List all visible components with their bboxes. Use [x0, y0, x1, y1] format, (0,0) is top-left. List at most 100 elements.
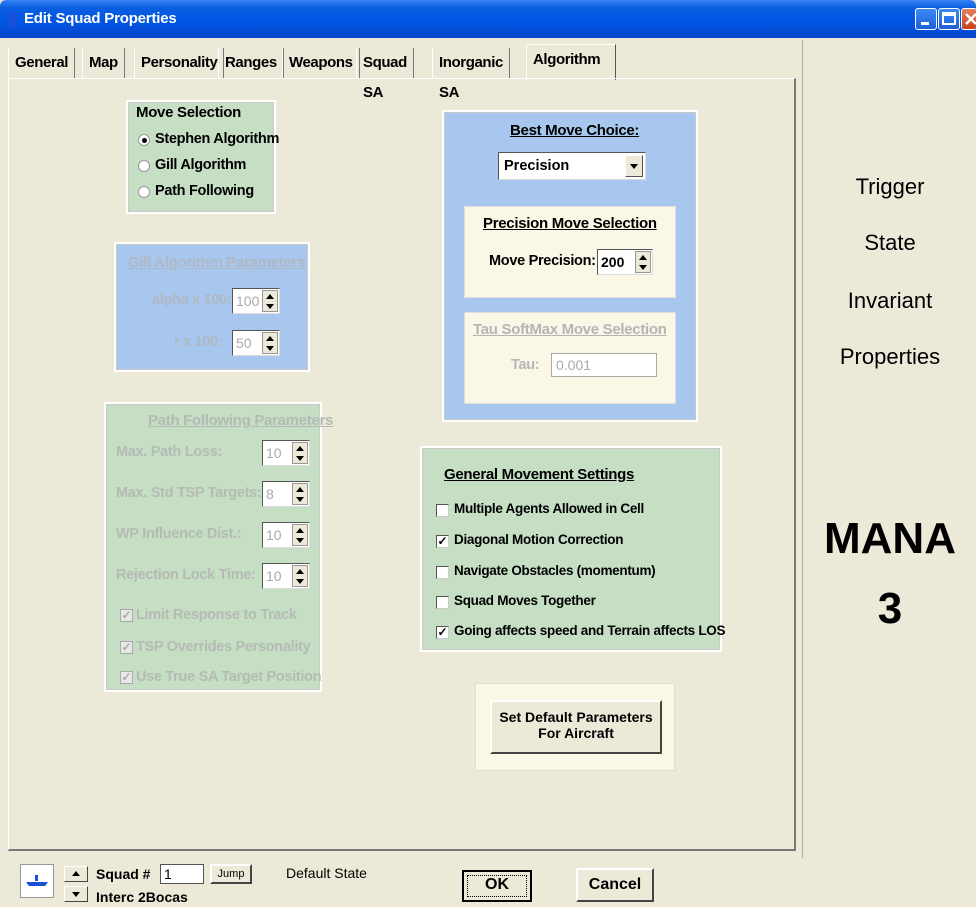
stephen-algorithm-radio[interactable] — [138, 134, 150, 146]
title-bar[interactable]: Edit Squad Properties — [0, 0, 976, 38]
rejection-lock-spinner[interactable]: 10 — [262, 563, 310, 589]
best-move-title: Best Move Choice: — [510, 122, 640, 139]
move-precision-spinner[interactable]: 200 — [597, 249, 653, 275]
tab-algorithm[interactable]: Algorithm — [526, 44, 616, 80]
precision-move-group: Precision Move Selection Move Precision:… — [464, 206, 676, 298]
close-icon — [965, 13, 976, 25]
arrow-up-icon — [72, 871, 80, 876]
tau-softmax-title: Tau SoftMax Move Selection — [473, 321, 667, 338]
use-true-sa-label: Use True SA Target Position — [136, 669, 322, 685]
set-default-parameters-button[interactable]: Set Default Parameters For Aircraft — [490, 700, 662, 754]
close-button[interactable] — [961, 8, 976, 30]
max-tsp-targets-spinner[interactable]: 8 — [262, 481, 310, 507]
r-spin-arrows[interactable] — [262, 332, 278, 354]
path-following-radio[interactable] — [138, 186, 150, 198]
tsp-overrides-checkbox[interactable]: ✓ — [120, 641, 133, 654]
diagonal-motion-checkbox[interactable]: ✓ — [436, 535, 449, 548]
multiple-agents-label: Multiple Agents Allowed in Cell — [454, 501, 644, 516]
alpha-spinner[interactable]: 100 — [232, 288, 280, 314]
use-true-sa-checkbox[interactable]: ✓ — [120, 671, 133, 684]
spin-arrows[interactable] — [292, 524, 308, 546]
tau-value: 0.001 — [556, 357, 592, 373]
r-label: r x 100: — [174, 334, 223, 350]
mana-logo-text: MANA — [824, 514, 956, 563]
squad-moves-together-label: Squad Moves Together — [454, 593, 596, 608]
going-affects-speed-label: Going affects speed and Terrain affects … — [454, 623, 726, 638]
max-path-loss-spinner[interactable]: 10 — [262, 440, 310, 466]
spin-arrows[interactable] — [292, 442, 308, 464]
tab-ranges[interactable]: Ranges — [218, 48, 284, 78]
multiple-agents-checkbox[interactable] — [436, 504, 449, 517]
edit-squad-properties-window: Edit Squad Properties General Map Person… — [0, 0, 976, 907]
window-title: Edit Squad Properties — [24, 10, 177, 27]
general-movement-group: General Movement Settings Multiple Agent… — [420, 446, 726, 652]
tsp-overrides-label: TSP Overrides Personality — [136, 639, 311, 655]
tab-squad-sa[interactable]: Squad SA — [356, 48, 414, 101]
gill-algorithm-label: Gill Algorithm — [155, 157, 247, 173]
tau-input[interactable]: 0.001 — [551, 353, 657, 377]
jump-button[interactable]: Jump — [210, 864, 252, 884]
default-params-panel: Set Default Parameters For Aircraft — [475, 683, 675, 771]
minimize-icon — [921, 22, 929, 25]
gill-params-group: Gill Algorithm Parameters alpha x 100: 1… — [114, 242, 310, 372]
gill-algorithm-radio[interactable] — [138, 160, 150, 172]
move-precision-label: Move Precision: — [489, 253, 596, 269]
squad-moves-together-checkbox[interactable] — [436, 596, 449, 609]
ok-button[interactable]: OK — [462, 870, 532, 902]
going-affects-speed-checkbox[interactable]: ✓ — [436, 626, 449, 639]
chevron-down-icon[interactable] — [625, 155, 643, 177]
squad-prev-button[interactable] — [64, 866, 88, 882]
path-param-label: Max. Std TSP Targets: — [116, 485, 262, 501]
max-path-loss-value: 10 — [266, 445, 282, 461]
path-params-title: Path Following Parameters — [148, 412, 334, 429]
cancel-button[interactable]: Cancel — [576, 868, 654, 902]
rejection-lock-value: 10 — [266, 568, 282, 584]
right-info-pane: Trigger State Invariant Properties MANA … — [802, 40, 976, 858]
state-label: State — [864, 230, 916, 255]
arrow-down-icon — [72, 892, 80, 897]
tab-general[interactable]: General — [8, 48, 76, 78]
navigate-obstacles-label: Navigate Obstacles (momentum) — [454, 563, 656, 578]
tab-weapons[interactable]: Weapons — [282, 48, 360, 78]
default-btn-line1: Set Default Parameters — [499, 709, 653, 725]
path-following-params-group: Path Following Parameters Max. Path Loss… — [104, 402, 333, 692]
squad-number-value: 1 — [164, 866, 172, 882]
wp-influence-value: 10 — [266, 527, 282, 543]
gill-params-title: Gill Algorithm Parameters — [128, 254, 305, 271]
best-move-combo[interactable]: Precision — [498, 152, 646, 180]
spin-arrows[interactable] — [292, 483, 308, 505]
precision-move-title: Precision Move Selection — [483, 215, 657, 232]
minimize-button[interactable] — [915, 8, 937, 30]
r-value: 50 — [236, 335, 252, 351]
maximize-button[interactable] — [938, 8, 960, 30]
alpha-label: alpha x 100: — [152, 292, 232, 308]
alpha-value: 100 — [236, 293, 260, 309]
move-selection-title: Move Selection — [136, 104, 241, 121]
spin-arrows[interactable] — [292, 565, 308, 587]
alpha-spin-arrows[interactable] — [262, 290, 278, 312]
squad-number-input[interactable]: 1 — [160, 864, 204, 884]
path-param-label: WP Influence Dist.: — [116, 526, 242, 542]
squad-name-label: Interc 2Bocas — [96, 889, 188, 905]
tab-personality[interactable]: Personality — [134, 48, 225, 78]
squad-next-button[interactable] — [64, 886, 88, 902]
ship-icon — [20, 864, 54, 898]
stephen-algorithm-label: Stephen Algorithm — [155, 131, 280, 147]
path-param-label: Rejection Lock Time: — [116, 567, 256, 583]
navigate-obstacles-checkbox[interactable] — [436, 566, 449, 579]
move-precision-value: 200 — [601, 254, 625, 270]
mana-version: 3 — [877, 584, 903, 633]
wp-influence-spinner[interactable]: 10 — [262, 522, 310, 548]
path-following-label: Path Following — [155, 183, 254, 199]
diagonal-motion-label: Diagonal Motion Correction — [454, 532, 624, 547]
ship-glyph-icon — [26, 875, 48, 886]
tab-inorganic-sa[interactable]: Inorganic SA — [432, 48, 510, 101]
limit-response-checkbox[interactable]: ✓ — [120, 609, 133, 622]
best-move-group: Best Move Choice: Precision Precision Mo… — [442, 110, 698, 422]
invariant-label: Invariant — [847, 288, 933, 313]
r-spinner[interactable]: 50 — [232, 330, 280, 356]
tau-softmax-group: Tau SoftMax Move Selection Tau: 0.001 — [464, 312, 676, 404]
spin-arrows[interactable] — [635, 251, 651, 273]
squad-number-label: Squad # — [96, 866, 151, 882]
tab-map[interactable]: Map — [82, 48, 125, 78]
